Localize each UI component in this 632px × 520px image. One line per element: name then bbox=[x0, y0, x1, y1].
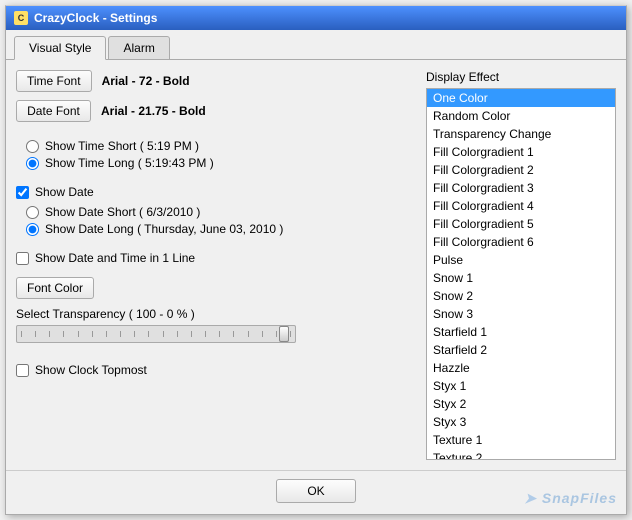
effect-item[interactable]: Transparency Change bbox=[427, 125, 615, 143]
date-font-value: Arial - 21.75 - Bold bbox=[101, 104, 206, 118]
datetime-line-checkbox[interactable] bbox=[16, 252, 29, 265]
effect-item[interactable]: Fill Colorgradient 4 bbox=[427, 197, 615, 215]
effect-item[interactable]: Snow 1 bbox=[427, 269, 615, 287]
datetime-line-row: Show Date and Time in 1 Line bbox=[16, 251, 416, 265]
tabs-bar: Visual Style Alarm bbox=[6, 30, 626, 60]
effect-item[interactable]: Starfield 1 bbox=[427, 323, 615, 341]
font-color-button[interactable]: Font Color bbox=[16, 277, 94, 299]
tick bbox=[205, 331, 206, 337]
effect-item[interactable]: Snow 2 bbox=[427, 287, 615, 305]
effect-item[interactable]: Fill Colorgradient 2 bbox=[427, 161, 615, 179]
time-font-button[interactable]: Time Font bbox=[16, 70, 92, 92]
effect-item[interactable]: Random Color bbox=[427, 107, 615, 125]
show-date-short-row: Show Date Short ( 6/3/2010 ) bbox=[26, 205, 416, 219]
window-title: CrazyClock - Settings bbox=[34, 11, 157, 25]
show-date-long-row: Show Date Long ( Thursday, June 03, 2010… bbox=[26, 222, 416, 236]
tick bbox=[63, 331, 64, 337]
tab-alarm[interactable]: Alarm bbox=[108, 36, 169, 59]
tick bbox=[148, 331, 149, 337]
show-time-short-label: Show Time Short ( 5:19 PM ) bbox=[45, 139, 199, 153]
topmost-checkbox[interactable] bbox=[16, 364, 29, 377]
tick bbox=[191, 331, 192, 337]
effect-item[interactable]: Styx 3 bbox=[427, 413, 615, 431]
effect-item[interactable]: Fill Colorgradient 3 bbox=[427, 179, 615, 197]
tick bbox=[35, 331, 36, 337]
transparency-section: Select Transparency ( 100 - 0 % ) bbox=[16, 307, 416, 343]
display-effect-label: Display Effect bbox=[426, 70, 616, 84]
title-bar: C CrazyClock - Settings bbox=[6, 6, 626, 30]
tick bbox=[276, 331, 277, 337]
topmost-label: Show Clock Topmost bbox=[35, 363, 147, 377]
show-time-short-radio[interactable] bbox=[26, 140, 39, 153]
effect-item[interactable]: Starfield 2 bbox=[427, 341, 615, 359]
effect-item[interactable]: Styx 2 bbox=[427, 395, 615, 413]
slider-thumb[interactable] bbox=[279, 326, 289, 342]
topmost-row: Show Clock Topmost bbox=[16, 363, 416, 377]
tick bbox=[248, 331, 249, 337]
effect-item[interactable]: Texture 1 bbox=[427, 431, 615, 449]
main-window: C CrazyClock - Settings Visual Style Ala… bbox=[5, 5, 627, 515]
datetime-line-label: Show Date and Time in 1 Line bbox=[35, 251, 195, 265]
show-time-short-row: Show Time Short ( 5:19 PM ) bbox=[26, 139, 416, 153]
show-time-long-row: Show Time Long ( 5:19:43 PM ) bbox=[26, 156, 416, 170]
tick bbox=[49, 331, 50, 337]
show-time-long-label: Show Time Long ( 5:19:43 PM ) bbox=[45, 156, 214, 170]
show-date-short-label: Show Date Short ( 6/3/2010 ) bbox=[45, 205, 200, 219]
tick bbox=[233, 331, 234, 337]
effect-item[interactable]: Hazzle bbox=[427, 359, 615, 377]
show-time-long-radio[interactable] bbox=[26, 157, 39, 170]
transparency-label: Select Transparency ( 100 - 0 % ) bbox=[16, 307, 416, 321]
main-content: Time Font Arial - 72 - Bold Date Font Ar… bbox=[6, 60, 626, 470]
tick bbox=[134, 331, 135, 337]
effect-item[interactable]: Pulse bbox=[427, 251, 615, 269]
tab-visual-style[interactable]: Visual Style bbox=[14, 36, 106, 60]
font-color-row: Font Color bbox=[16, 277, 416, 299]
effect-item[interactable]: Texture 2 bbox=[427, 449, 615, 460]
tick bbox=[21, 331, 22, 337]
tick bbox=[78, 331, 79, 337]
show-date-checkbox[interactable] bbox=[16, 186, 29, 199]
tick bbox=[219, 331, 220, 337]
effect-item[interactable]: Styx 1 bbox=[427, 377, 615, 395]
effect-item[interactable]: One Color bbox=[427, 89, 615, 107]
app-icon: C bbox=[14, 11, 28, 25]
slider-track[interactable] bbox=[16, 325, 296, 343]
ok-button[interactable]: OK bbox=[276, 479, 355, 503]
effect-item[interactable]: Fill Colorgradient 5 bbox=[427, 215, 615, 233]
slider-ticks bbox=[17, 331, 295, 337]
date-font-button[interactable]: Date Font bbox=[16, 100, 91, 122]
left-panel: Time Font Arial - 72 - Bold Date Font Ar… bbox=[16, 70, 426, 460]
show-date-long-label: Show Date Long ( Thursday, June 03, 2010… bbox=[45, 222, 283, 236]
show-date-short-radio[interactable] bbox=[26, 206, 39, 219]
date-display-group: Show Date Short ( 6/3/2010 ) Show Date L… bbox=[26, 205, 416, 236]
effect-item[interactable]: Snow 3 bbox=[427, 305, 615, 323]
effect-item[interactable]: Fill Colorgradient 6 bbox=[427, 233, 615, 251]
time-font-value: Arial - 72 - Bold bbox=[102, 74, 190, 88]
show-date-checkbox-row: Show Date bbox=[16, 185, 416, 199]
show-date-long-radio[interactable] bbox=[26, 223, 39, 236]
date-font-row: Date Font Arial - 21.75 - Bold bbox=[16, 100, 416, 122]
tick bbox=[106, 331, 107, 337]
tick bbox=[163, 331, 164, 337]
tick bbox=[262, 331, 263, 337]
time-font-row: Time Font Arial - 72 - Bold bbox=[16, 70, 416, 92]
time-display-group: Show Time Short ( 5:19 PM ) Show Time Lo… bbox=[26, 139, 416, 170]
effect-item[interactable]: Fill Colorgradient 1 bbox=[427, 143, 615, 161]
show-date-label: Show Date bbox=[35, 185, 94, 199]
tick bbox=[177, 331, 178, 337]
right-panel: Display Effect One ColorRandom ColorTran… bbox=[426, 70, 616, 460]
effect-list[interactable]: One ColorRandom ColorTransparency Change… bbox=[426, 88, 616, 460]
tick bbox=[92, 331, 93, 337]
tick bbox=[120, 331, 121, 337]
watermark: ➤ SnapFiles bbox=[524, 490, 617, 507]
tick bbox=[290, 331, 291, 337]
